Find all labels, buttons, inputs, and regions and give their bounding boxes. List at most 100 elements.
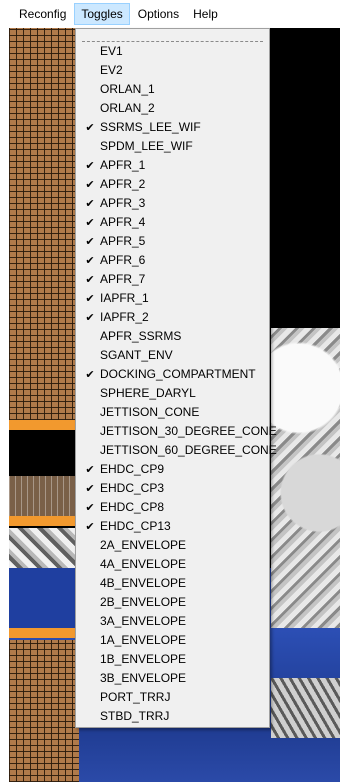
menu-item-4a-envelope[interactable]: 4A_ENVELOPE [76, 555, 269, 574]
solar-array-panel [9, 28, 79, 420]
menu-item-label: STBD_TRRJ [100, 709, 170, 723]
solar-array-panel [9, 640, 79, 782]
solar-array-edge [9, 628, 79, 638]
menu-item-label: SGANT_ENV [100, 348, 173, 362]
menu-item-label: SSRMS_LEE_WIF [100, 120, 201, 134]
menu-item-label: 3A_ENVELOPE [100, 614, 187, 628]
menu-item-docking-compartment[interactable]: ✔ DOCKING_COMPARTMENT [76, 365, 269, 384]
checkmark-icon: ✔ [85, 292, 95, 305]
menu-options[interactable]: Options [132, 3, 185, 25]
radiator-panel [9, 476, 79, 516]
menu-item-label: ORLAN_1 [100, 82, 155, 96]
checkmark-icon: ✔ [85, 520, 95, 533]
menu-item-label: 1A_ENVELOPE [100, 633, 187, 647]
menu-item-label: EV1 [100, 44, 123, 58]
menu-item-ev2[interactable]: EV2 [76, 61, 269, 80]
checkmark-icon: ✔ [85, 311, 95, 324]
solar-array-edge [9, 420, 79, 430]
menu-item-label: 4B_ENVELOPE [100, 576, 187, 590]
menu-item-label: 2B_ENVELOPE [100, 595, 187, 609]
station-module [271, 678, 340, 738]
menu-item-label: 4A_ENVELOPE [100, 557, 187, 571]
menu-item-port-trrj[interactable]: PORT_TRRJ [76, 688, 269, 707]
menu-item-orlan-2[interactable]: ORLAN_2 [76, 99, 269, 118]
checkmark-icon: ✔ [85, 501, 95, 514]
menu-item-label: 3B_ENVELOPE [100, 671, 187, 685]
menu-reconfig[interactable]: Reconfig [13, 3, 72, 25]
menu-item-label: APFR_3 [100, 196, 146, 210]
menu-item-label: EHDC_CP9 [100, 462, 165, 476]
menu-item-1a-envelope[interactable]: 1A_ENVELOPE [76, 631, 269, 650]
menu-item-3a-envelope[interactable]: 3A_ENVELOPE [76, 612, 269, 631]
menu-item-apfr-2[interactable]: ✔ APFR_2 [76, 175, 269, 194]
menu-item-jettison-60-degree-cone[interactable]: JETTISON_60_DEGREE_CONE [76, 441, 277, 460]
menu-item-apfr-7[interactable]: ✔ APFR_7 [76, 270, 269, 289]
menu-item-stbd-trrj[interactable]: STBD_TRRJ [76, 707, 269, 726]
menu-item-label: IAPFR_2 [100, 310, 149, 324]
menu-item-label: EHDC_CP13 [100, 519, 171, 533]
menu-item-ehdc-cp9[interactable]: ✔ EHDC_CP9 [76, 460, 269, 479]
menu-item-orlan-1[interactable]: ORLAN_1 [76, 80, 269, 99]
checkmark-icon: ✔ [85, 159, 95, 172]
checkmark-icon: ✔ [85, 235, 95, 248]
menu-item-label: APFR_4 [100, 215, 146, 229]
checkmark-icon: ✔ [85, 216, 95, 229]
menu-item-ssrms-lee-wif[interactable]: ✔ SSRMS_LEE_WIF [76, 118, 269, 137]
menu-item-apfr-3[interactable]: ✔ APFR_3 [76, 194, 269, 213]
menu-item-label: APFR_1 [100, 158, 146, 172]
menu-item-jettison-cone[interactable]: JETTISON_CONE [76, 403, 269, 422]
menu-item-ehdc-cp8[interactable]: ✔ EHDC_CP8 [76, 498, 269, 517]
menu-item-label: IAPFR_1 [100, 291, 149, 305]
menu-item-ehdc-cp13[interactable]: ✔ EHDC_CP13 [76, 517, 269, 536]
menu-item-label: APFR_7 [100, 272, 146, 286]
checkmark-icon: ✔ [85, 254, 95, 267]
menu-item-1b-envelope[interactable]: 1B_ENVELOPE [76, 650, 269, 669]
menu-item-2a-envelope[interactable]: 2A_ENVELOPE [76, 536, 269, 555]
menu-item-label: SPHERE_DARYL [100, 386, 196, 400]
menu-item-label: SPDM_LEE_WIF [100, 139, 193, 153]
tearoff-line[interactable] [82, 29, 263, 42]
menu-item-label: EV2 [100, 63, 123, 77]
menu-bar: Reconfig Toggles Options Help [0, 0, 340, 28]
menu-item-apfr-1[interactable]: ✔ APFR_1 [76, 156, 269, 175]
menu-item-label: JETTISON_30_DEGREE_CONE [100, 424, 277, 438]
menu-item-apfr-6[interactable]: ✔ APFR_6 [76, 251, 269, 270]
menu-item-sgant-env[interactable]: SGANT_ENV [76, 346, 269, 365]
menu-item-apfr-5[interactable]: ✔ APFR_5 [76, 232, 269, 251]
menu-toggles[interactable]: Toggles [74, 3, 130, 25]
menu-item-label: EHDC_CP3 [100, 481, 165, 495]
menu-item-label: 2A_ENVELOPE [100, 538, 187, 552]
menu-item-2b-envelope[interactable]: 2B_ENVELOPE [76, 593, 269, 612]
menu-item-ehdc-cp3[interactable]: ✔ EHDC_CP3 [76, 479, 269, 498]
menu-item-label: APFR_2 [100, 177, 146, 191]
menu-item-sphere-daryl[interactable]: SPHERE_DARYL [76, 384, 269, 403]
checkmark-icon: ✔ [85, 463, 95, 476]
toggles-dropdown-menu: EV1 EV2 ORLAN_1 ORLAN_2 ✔ SSRMS_LEE_WIF SPDM_L… [75, 28, 277, 728]
menu-item-label: APFR_SSRMS [100, 329, 182, 343]
menu-item-label: JETTISON_CONE [100, 405, 200, 419]
checkmark-icon: ✔ [85, 273, 95, 286]
menu-item-apfr-ssrms[interactable]: APFR_SSRMS [76, 327, 269, 346]
menu-item-label: EHDC_CP8 [100, 500, 165, 514]
menu-item-label: 1B_ENVELOPE [100, 652, 187, 666]
menu-item-ev1[interactable]: EV1 [76, 42, 269, 61]
menu-item-iapfr-1[interactable]: ✔ IAPFR_1 [76, 289, 269, 308]
menu-item-label: APFR_6 [100, 253, 146, 267]
menu-item-spdm-lee-wif[interactable]: SPDM_LEE_WIF [76, 137, 269, 156]
solar-array-edge [9, 516, 79, 526]
menu-item-3b-envelope[interactable]: 3B_ENVELOPE [76, 669, 269, 688]
menu-item-label: JETTISON_60_DEGREE_CONE [100, 443, 277, 457]
checkmark-icon: ✔ [85, 482, 95, 495]
menu-item-jettison-30-degree-cone[interactable]: JETTISON_30_DEGREE_CONE [76, 422, 277, 441]
menu-item-label: ORLAN_2 [100, 101, 155, 115]
checkmark-icon: ✔ [85, 178, 95, 191]
checkmark-icon: ✔ [85, 197, 95, 210]
toggles-menu-list: EV1 EV2 ORLAN_1 ORLAN_2 ✔ SSRMS_LEE_WIF SPDM_L… [76, 42, 277, 726]
menu-help[interactable]: Help [187, 3, 224, 25]
station-module [271, 328, 340, 628]
truss-structure [9, 528, 79, 568]
menu-item-4b-envelope[interactable]: 4B_ENVELOPE [76, 574, 269, 593]
menu-item-label: DOCKING_COMPARTMENT [100, 367, 256, 381]
menu-item-apfr-4[interactable]: ✔ APFR_4 [76, 213, 269, 232]
menu-item-iapfr-2[interactable]: ✔ IAPFR_2 [76, 308, 269, 327]
